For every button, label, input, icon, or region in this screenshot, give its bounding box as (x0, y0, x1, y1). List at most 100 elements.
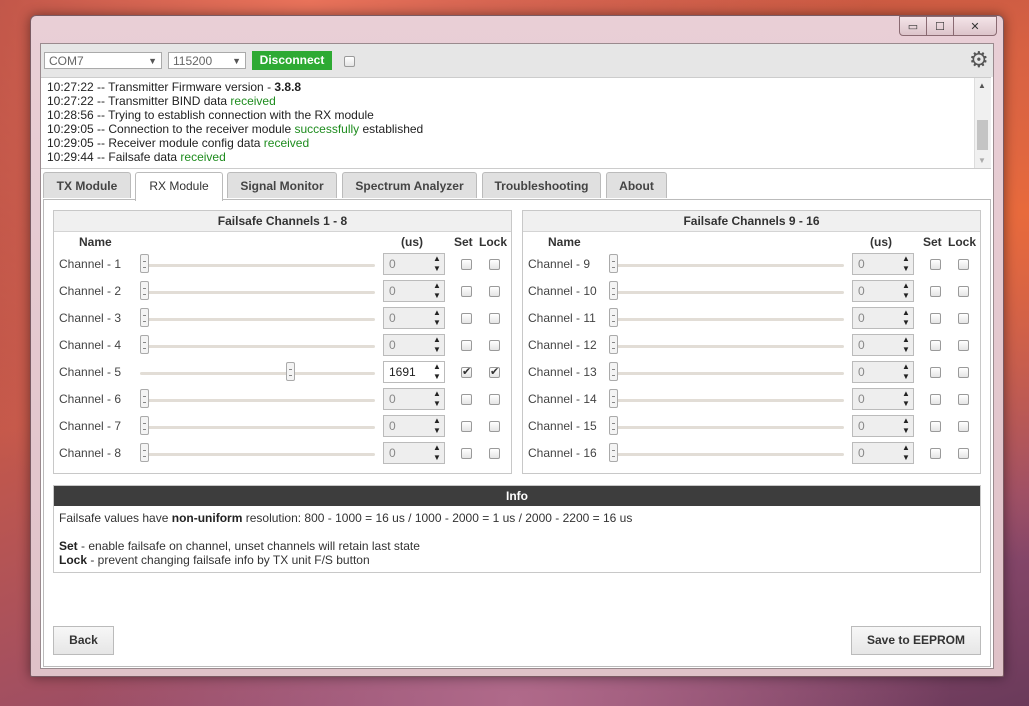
channel-set-checkbox[interactable] (930, 367, 941, 378)
channel-slider-handle[interactable] (609, 254, 618, 273)
channel-slider-track[interactable] (140, 264, 375, 267)
channel-lock-checkbox[interactable] (489, 448, 500, 459)
spinner-arrows-icon[interactable]: ▲ ▼ (430, 416, 444, 436)
channel-value-input[interactable]: 0 ▲ ▼ (852, 361, 914, 383)
channel-value-input[interactable]: 0 ▲ ▼ (852, 307, 914, 329)
channel-slider-track[interactable] (609, 372, 844, 375)
channel-slider-handle[interactable] (140, 416, 149, 435)
spinner-arrows-icon[interactable]: ▲ ▼ (899, 416, 913, 436)
channel-slider-track[interactable] (140, 453, 375, 456)
spinner-arrows-icon[interactable]: ▲ ▼ (899, 335, 913, 355)
channel-set-checkbox[interactable] (930, 259, 941, 270)
channel-lock-checkbox[interactable] (958, 367, 969, 378)
channel-slider-handle[interactable] (609, 443, 618, 462)
spinner-arrows-icon[interactable]: ▲ ▼ (430, 335, 444, 355)
channel-slider-track[interactable] (609, 426, 844, 429)
log-scrollbar[interactable]: ▲ ▼ (974, 78, 991, 168)
gear-icon[interactable]: ⚙ (969, 50, 991, 72)
channel-slider-handle[interactable] (140, 335, 149, 354)
channel-set-checkbox[interactable] (930, 286, 941, 297)
channel-slider-handle[interactable] (140, 308, 149, 327)
channel-set-checkbox[interactable] (461, 340, 472, 351)
channel-slider-track[interactable] (140, 345, 375, 348)
channel-set-checkbox[interactable] (461, 286, 472, 297)
channel-slider-track[interactable] (140, 372, 375, 375)
close-button[interactable]: ✕ (953, 16, 997, 36)
channel-lock-checkbox[interactable] (489, 286, 500, 297)
spinner-arrows-icon[interactable]: ▲ ▼ (899, 281, 913, 301)
channel-set-checkbox[interactable] (930, 394, 941, 405)
spinner-arrows-icon[interactable]: ▲ ▼ (430, 389, 444, 409)
channel-lock-checkbox[interactable] (958, 313, 969, 324)
channel-value-input[interactable]: 0 ▲ ▼ (383, 253, 445, 275)
spinner-arrows-icon[interactable]: ▲ ▼ (899, 362, 913, 382)
tab-spectrum-analyzer[interactable]: Spectrum Analyzer (342, 172, 477, 198)
channel-lock-checkbox[interactable] (958, 340, 969, 351)
save-eeprom-button[interactable]: Save to EEPROM (851, 626, 981, 655)
spinner-arrows-icon[interactable]: ▲ ▼ (430, 362, 444, 382)
spinner-arrows-icon[interactable]: ▲ ▼ (899, 254, 913, 274)
channel-value-input[interactable]: 0 ▲ ▼ (852, 334, 914, 356)
minimize-button[interactable]: ▭ (899, 16, 927, 36)
scroll-thumb[interactable] (977, 120, 988, 150)
channel-value-input[interactable]: 0 ▲ ▼ (852, 388, 914, 410)
tab-troubleshooting[interactable]: Troubleshooting (482, 172, 601, 198)
spinner-arrows-icon[interactable]: ▲ ▼ (899, 389, 913, 409)
spinner-arrows-icon[interactable]: ▲ ▼ (430, 443, 444, 463)
channel-slider-track[interactable] (609, 291, 844, 294)
spinner-arrows-icon[interactable]: ▲ ▼ (899, 308, 913, 328)
scroll-down-icon[interactable]: ▼ (978, 156, 986, 165)
channel-set-checkbox[interactable] (930, 313, 941, 324)
channel-set-checkbox[interactable] (461, 259, 472, 270)
channel-value-input[interactable]: 0 ▲ ▼ (383, 280, 445, 302)
channel-value-input[interactable]: 0 ▲ ▼ (383, 334, 445, 356)
channel-slider-track[interactable] (609, 318, 844, 321)
auto-connect-checkbox[interactable] (344, 56, 355, 67)
channel-slider-handle[interactable] (609, 308, 618, 327)
channel-lock-checkbox[interactable] (489, 259, 500, 270)
channel-value-input[interactable]: 0 ▲ ▼ (383, 442, 445, 464)
channel-slider-track[interactable] (140, 426, 375, 429)
channel-lock-checkbox[interactable] (489, 394, 500, 405)
channel-lock-checkbox[interactable] (958, 286, 969, 297)
channel-slider-handle[interactable] (609, 362, 618, 381)
channel-set-checkbox[interactable] (930, 421, 941, 432)
channel-set-checkbox[interactable] (461, 313, 472, 324)
spinner-arrows-icon[interactable]: ▲ ▼ (430, 254, 444, 274)
back-button[interactable]: Back (53, 626, 114, 655)
channel-value-input[interactable]: 0 ▲ ▼ (383, 415, 445, 437)
channel-value-input[interactable]: 1691 ▲ ▼ (383, 361, 445, 383)
channel-lock-checkbox[interactable] (958, 259, 969, 270)
channel-slider-handle[interactable] (609, 389, 618, 408)
channel-set-checkbox[interactable] (461, 394, 472, 405)
channel-set-checkbox[interactable] (461, 448, 472, 459)
channel-lock-checkbox[interactable] (958, 448, 969, 459)
channel-set-checkbox[interactable] (930, 448, 941, 459)
spinner-arrows-icon[interactable]: ▲ ▼ (430, 308, 444, 328)
channel-lock-checkbox[interactable] (489, 421, 500, 432)
spinner-arrows-icon[interactable]: ▲ ▼ (430, 281, 444, 301)
channel-slider-handle[interactable] (609, 335, 618, 354)
channel-lock-checkbox[interactable] (958, 394, 969, 405)
tab-signal-monitor[interactable]: Signal Monitor (227, 172, 337, 198)
channel-lock-checkbox[interactable] (489, 365, 500, 378)
channel-slider-track[interactable] (609, 453, 844, 456)
maximize-button[interactable]: ☐ (926, 16, 954, 36)
channel-value-input[interactable]: 0 ▲ ▼ (852, 280, 914, 302)
channel-slider-track[interactable] (140, 291, 375, 294)
scroll-up-icon[interactable]: ▲ (978, 81, 986, 90)
channel-value-input[interactable]: 0 ▲ ▼ (383, 307, 445, 329)
tab-tx-module[interactable]: TX Module (43, 172, 131, 198)
channel-set-checkbox[interactable] (461, 421, 472, 432)
channel-lock-checkbox[interactable] (489, 313, 500, 324)
channel-value-input[interactable]: 0 ▲ ▼ (852, 442, 914, 464)
channel-set-checkbox[interactable] (930, 340, 941, 351)
channel-slider-track[interactable] (140, 399, 375, 402)
channel-slider-track[interactable] (609, 264, 844, 267)
channel-slider-track[interactable] (609, 399, 844, 402)
spinner-arrows-icon[interactable]: ▲ ▼ (899, 443, 913, 463)
channel-slider-handle[interactable] (609, 416, 618, 435)
channel-value-input[interactable]: 0 ▲ ▼ (383, 388, 445, 410)
channel-lock-checkbox[interactable] (489, 340, 500, 351)
channel-value-input[interactable]: 0 ▲ ▼ (852, 253, 914, 275)
